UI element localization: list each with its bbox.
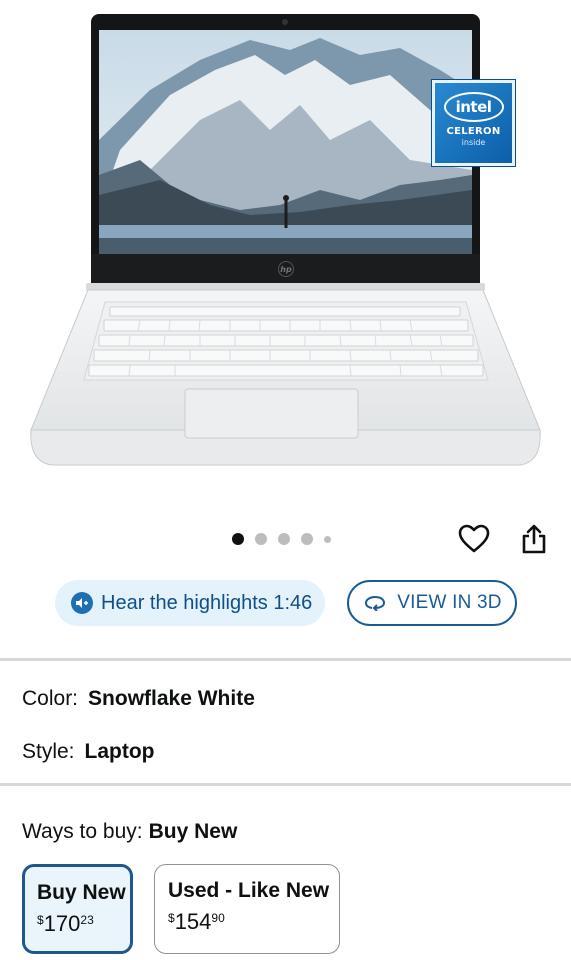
ways-to-buy-label: Ways to buy:: [22, 820, 143, 843]
hear-highlights-label: Hear the highlights 1:46: [101, 591, 313, 614]
carousel-dot[interactable]: [301, 533, 313, 545]
view-in-3d-label: VIEW IN 3D: [397, 592, 502, 613]
laptop-illustration: [30, 14, 541, 466]
share-icon: [522, 524, 546, 554]
color-variation[interactable]: Color: Snowflake White: [22, 687, 255, 711]
share-button[interactable]: [516, 521, 552, 557]
audio-icon: [71, 592, 93, 614]
buy-option-title: Buy New: [37, 881, 126, 904]
carousel-dot[interactable]: [324, 535, 331, 543]
badge-line1: CELERON: [446, 126, 501, 137]
carousel-dot[interactable]: [278, 533, 290, 545]
buy-option-new[interactable]: Buy New $17023: [22, 864, 133, 954]
badge-line2: inside: [461, 138, 486, 147]
style-value: Laptop: [84, 740, 155, 763]
rotate-3d-icon: [365, 595, 386, 611]
carousel-dots[interactable]: [232, 533, 331, 545]
carousel-dot[interactable]: [232, 533, 244, 545]
buy-option-used-like-new[interactable]: Used - Like New $15490: [154, 864, 340, 954]
color-value: Snowflake White: [88, 687, 255, 710]
intel-logo: intel: [443, 92, 504, 122]
intel-celeron-badge: intel CELERON inside: [432, 80, 515, 166]
product-image[interactable]: intel CELERON inside hp: [0, 0, 571, 520]
heart-icon: [458, 524, 490, 553]
carousel-dot[interactable]: [255, 533, 267, 545]
buy-option-price: $15490: [168, 909, 225, 934]
view-in-3d-button[interactable]: VIEW IN 3D: [347, 580, 517, 626]
section-divider: [0, 658, 571, 661]
ways-to-buy-heading: Ways to buy: Buy New: [22, 820, 237, 844]
favorite-button[interactable]: [456, 521, 492, 557]
hp-logo: hp: [278, 261, 294, 277]
buy-option-title: Used - Like New: [168, 879, 330, 902]
buy-option-price: $17023: [37, 911, 94, 936]
style-variation[interactable]: Style: Laptop: [22, 740, 155, 764]
ways-to-buy-selected: Buy New: [148, 820, 238, 843]
section-divider: [0, 783, 571, 786]
style-label: Style:: [22, 740, 75, 763]
color-label: Color:: [22, 687, 79, 710]
hear-highlights-button[interactable]: Hear the highlights 1:46: [55, 580, 325, 626]
